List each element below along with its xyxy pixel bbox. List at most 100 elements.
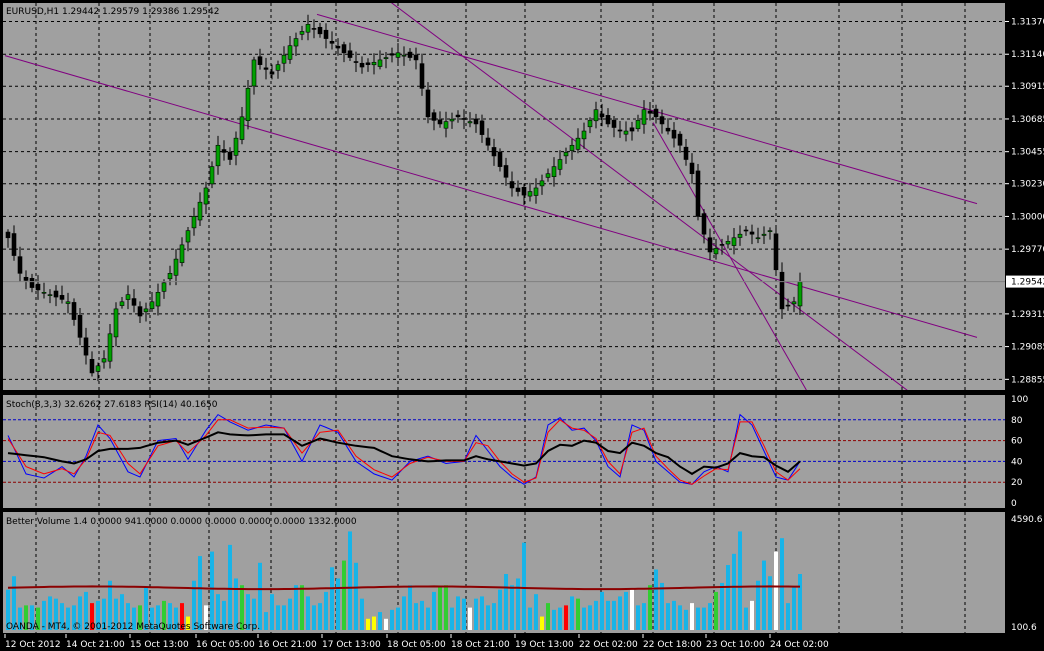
volume-bar [696, 607, 700, 630]
volume-bar [744, 607, 748, 630]
volume-bar [396, 607, 400, 630]
candle-body [161, 282, 167, 292]
price-tick-label: 1.31140 [1011, 50, 1044, 60]
candle-body [581, 130, 587, 140]
volume-bar [780, 538, 784, 630]
candle-body [233, 137, 239, 156]
volume-bar [570, 596, 574, 630]
candle-body [53, 290, 59, 298]
candle-body [95, 365, 101, 372]
candle-body [599, 113, 605, 118]
volume-bar [624, 591, 628, 630]
volume-tick-label: 4590.6 [1011, 515, 1043, 525]
candle-body [551, 166, 557, 177]
candle-body [269, 71, 275, 75]
volume-bar [558, 607, 562, 630]
volume-bar [438, 587, 442, 630]
candle-body [389, 53, 395, 56]
volume-bar [462, 598, 466, 630]
candle-body [5, 231, 11, 239]
volume-bar [762, 560, 766, 630]
candle-body [749, 231, 755, 235]
candle-body [311, 28, 317, 30]
candle-body [227, 151, 233, 160]
volume-bar [540, 616, 544, 630]
price-tick-label: 1.29315 [1011, 310, 1044, 320]
price-tick-label: 1.30455 [1011, 148, 1044, 158]
oscillator-pane[interactable] [3, 395, 1005, 508]
candle-body [659, 116, 665, 125]
candle-body [737, 233, 743, 238]
oscillator-tick-label: 20 [1011, 478, 1023, 488]
volume-bar [708, 603, 712, 630]
volume-title: Better Volume 1.4 0.0000 941.0000 0.0000… [6, 517, 357, 527]
candle-body [89, 358, 95, 374]
price-pane[interactable] [3, 3, 1005, 390]
candle-body [23, 276, 29, 281]
volume-bar [750, 600, 754, 630]
volume-bar [264, 612, 268, 630]
candle-body [491, 147, 497, 157]
candle-body [287, 45, 293, 60]
candle-body [773, 233, 779, 271]
volume-bar [588, 605, 592, 630]
volume-bar [444, 585, 448, 630]
volume-bar [456, 596, 460, 630]
candle-body [443, 121, 449, 129]
volume-bar [756, 580, 760, 630]
volume-bar [690, 603, 694, 630]
price-tick-label: 1.30915 [1011, 82, 1044, 92]
volume-bar [672, 600, 676, 630]
candle-body [305, 24, 311, 33]
volume-bar [648, 585, 652, 630]
volume-bar [582, 607, 586, 630]
volume-bar [714, 591, 718, 630]
price-tick-label: 1.29085 [1011, 343, 1044, 353]
volume-bar [510, 585, 514, 630]
volume-bar [504, 574, 508, 630]
volume-bar [294, 585, 298, 630]
candle-body [767, 230, 773, 232]
time-tick-label: 16 Oct 05:00 [196, 640, 255, 650]
candle-body [701, 213, 707, 235]
candle-body [41, 292, 47, 294]
volume-bar [258, 562, 262, 630]
volume-bar [576, 598, 580, 630]
candle-body [419, 63, 425, 89]
volume-bar [486, 605, 490, 630]
candle-body [593, 109, 599, 122]
candle-body [497, 151, 503, 167]
candle-body [263, 67, 269, 70]
candle-body [545, 173, 551, 178]
candle-body [683, 146, 689, 160]
symbol-header: EURUSD,H1 1.29442 1.29579 1.29386 1.2954… [6, 7, 219, 17]
volume-bar [522, 542, 526, 630]
candle-body [365, 62, 371, 65]
candle-body [485, 137, 491, 146]
candle-body [647, 110, 653, 114]
candle-body [383, 57, 389, 60]
candle-body [143, 308, 149, 313]
copyright-text: OANDA - MT4, © 2001-2012 MetaQuotes Soft… [6, 622, 260, 632]
candle-body [47, 294, 53, 296]
volume-bar [390, 609, 394, 630]
candle-body [407, 51, 413, 58]
oscillator-tick-label: 100 [1011, 395, 1028, 405]
volume-bar [342, 560, 346, 630]
candle-body [569, 144, 575, 151]
candle-body [209, 166, 215, 185]
volume-bar [432, 591, 436, 630]
candle-body [347, 50, 353, 58]
candle-body [359, 62, 365, 68]
volume-bar [606, 600, 610, 630]
volume-axis: 4590.6 100.6 [1011, 515, 1043, 633]
chart-canvas[interactable]: EURUSD,H1 1.29442 1.29579 1.29386 1.2954… [0, 0, 1044, 651]
candle-body [251, 59, 257, 87]
candle-body [77, 315, 83, 338]
candle-body [71, 302, 77, 320]
price-tick-label: 1.30000 [1011, 212, 1044, 222]
candle-body [479, 120, 485, 135]
price-tick-label: 1.30685 [1011, 115, 1044, 125]
price-axis: 1.31370 1.31140 1.30915 1.30685 1.30455 1.302… [1005, 17, 1044, 385]
candle-body [341, 44, 347, 54]
